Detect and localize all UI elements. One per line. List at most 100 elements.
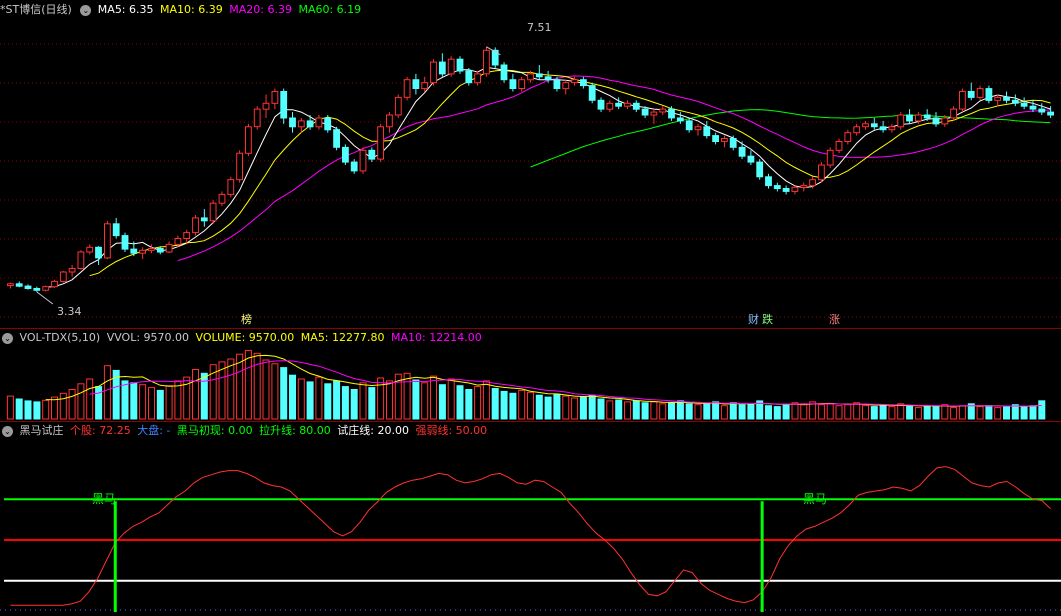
candle-body — [791, 186, 799, 192]
candle-body — [879, 126, 887, 131]
volume-bar — [77, 383, 85, 420]
bang-marker[interactable]: 榜 — [240, 314, 253, 326]
volume-bar — [632, 400, 640, 420]
candle-body — [245, 126, 252, 154]
volume-bar — [227, 358, 235, 420]
candle-body — [844, 132, 852, 142]
candle-body — [606, 102, 614, 110]
shizhuang-value: 试庄线: 20.00 — [337, 424, 409, 437]
candle-body — [130, 248, 138, 254]
volume-bar — [447, 378, 455, 420]
volume-bar — [15, 398, 23, 420]
volume-bar — [588, 394, 596, 420]
candle-body — [386, 114, 393, 128]
volume-bar — [306, 381, 314, 420]
candle-body — [976, 88, 984, 98]
volume-bar — [465, 389, 473, 420]
volume-bar — [350, 389, 358, 420]
candle-body — [289, 117, 296, 128]
zhang-marker[interactable]: 涨 — [828, 314, 841, 326]
candle-body — [421, 82, 429, 90]
candle-body — [139, 249, 146, 254]
candle-body — [747, 155, 755, 163]
volume-bar — [888, 406, 896, 420]
indicator-chart[interactable] — [0, 422, 1061, 616]
candle-body — [941, 117, 949, 125]
ma10-value: MA10: 6.39 — [160, 3, 223, 16]
ma5-value: MA5: 6.35 — [97, 3, 154, 16]
candle-body — [15, 283, 23, 287]
candle-body — [59, 271, 67, 282]
volume-bar — [720, 405, 728, 420]
candle-body — [632, 102, 640, 110]
volume-bar — [800, 403, 808, 420]
volume-bar — [544, 396, 552, 420]
volume-bar — [985, 405, 993, 420]
volume-bar — [535, 394, 543, 420]
candle-body — [906, 114, 913, 122]
heima-annotation: 黑马 — [803, 492, 828, 506]
volume-bar — [1038, 400, 1046, 420]
volume-bar — [685, 403, 693, 420]
candle-body — [148, 248, 155, 251]
volume-bar — [782, 404, 790, 420]
volume-bar — [59, 392, 67, 420]
volume-bar — [280, 367, 288, 420]
heima-annotation: 黑马 — [92, 492, 117, 506]
candle-body — [271, 91, 279, 104]
volume-bar — [42, 399, 50, 420]
candle-body — [659, 108, 667, 113]
volume-bar — [624, 401, 631, 420]
candle-body — [324, 117, 332, 131]
volume-bar — [491, 388, 499, 420]
kline-chart[interactable] — [0, 0, 1061, 328]
candle-body — [967, 91, 975, 98]
volume-bar — [791, 402, 799, 420]
candle-body — [535, 73, 543, 78]
chevron-down-icon[interactable]: ⌄ — [2, 332, 13, 344]
candle-body — [985, 88, 993, 101]
volume-bar — [579, 396, 587, 420]
candle-body — [853, 126, 861, 134]
candle-body — [7, 283, 14, 287]
candle-body — [738, 146, 746, 157]
candle-body — [624, 102, 631, 107]
volume-bar — [244, 349, 252, 420]
volume-bar — [253, 352, 261, 420]
candle-body — [412, 79, 420, 89]
candle-body — [174, 238, 182, 245]
candle-body — [209, 202, 217, 222]
volume-bar — [747, 403, 755, 420]
candle-body — [994, 96, 1002, 101]
candle-body — [721, 138, 728, 142]
candle-body — [923, 114, 931, 119]
candle-body — [306, 120, 314, 128]
candle-body — [950, 108, 958, 119]
candle-body — [729, 138, 737, 148]
volume-bar — [333, 380, 341, 420]
die-marker[interactable]: 跌 — [761, 314, 774, 326]
candle-body — [597, 99, 605, 110]
kline-title: *ST博信(日线) — [0, 3, 72, 16]
volume-bar — [950, 407, 958, 420]
volume-bar — [1003, 406, 1010, 420]
cai-marker[interactable]: 财 — [747, 314, 760, 326]
candle-body — [862, 123, 869, 128]
candle-body — [33, 288, 41, 291]
volume-bar — [456, 385, 464, 420]
candle-body — [68, 268, 76, 273]
chevron-down-icon[interactable]: ⌄ — [2, 425, 13, 437]
chevron-down-icon[interactable]: ⌄ — [80, 4, 92, 16]
vol-name: VOL-TDX(5,10) — [19, 331, 101, 344]
candle-body — [24, 285, 32, 290]
ma20-value: MA20: 6.39 — [229, 3, 292, 16]
volume-bar — [518, 389, 526, 420]
volume-bar — [703, 403, 711, 420]
candle-body — [835, 141, 843, 151]
high-price-label: 7.51 — [527, 21, 552, 34]
low-price-label: 3.34 — [57, 305, 82, 318]
candle-body — [253, 108, 261, 128]
candle-body — [685, 120, 693, 131]
volume-bar — [368, 387, 376, 420]
candle-body — [562, 82, 570, 90]
